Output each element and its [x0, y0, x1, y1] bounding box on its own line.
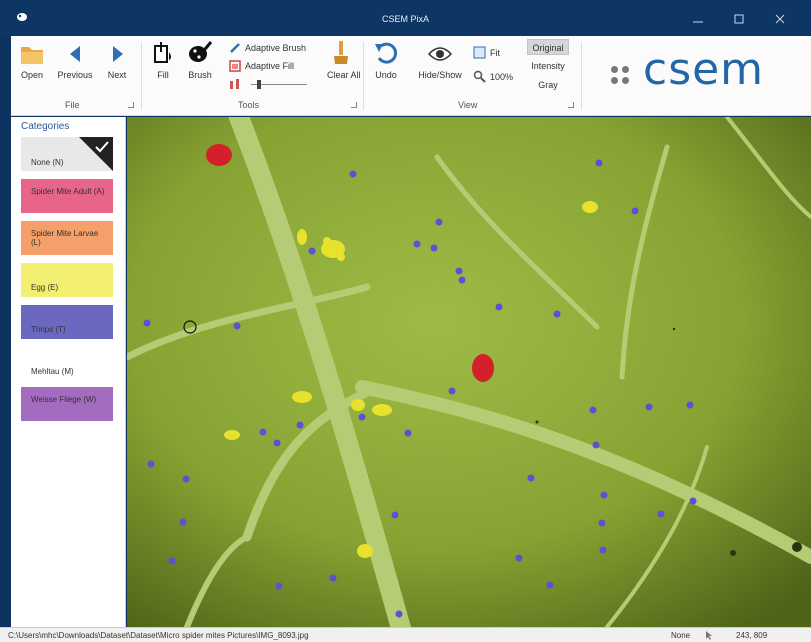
adaptive-fill-icon: [229, 60, 241, 72]
group-divider: [363, 42, 364, 110]
adaptive-brush-button[interactable]: Adaptive Brush: [229, 42, 306, 54]
maximize-button[interactable]: [725, 8, 753, 30]
previous-label: Previous: [57, 70, 93, 80]
zoom-100-button[interactable]: 100%: [473, 70, 513, 83]
close-button[interactable]: [766, 8, 794, 30]
category-thrips[interactable]: Thrips (T): [21, 305, 113, 339]
logo-wordmark: csem: [643, 44, 765, 95]
next-button[interactable]: Next: [102, 42, 132, 80]
minimize-button[interactable]: [684, 8, 712, 30]
clear-all-label: Clear All: [327, 70, 361, 80]
brush-label: Brush: [188, 70, 212, 80]
ribbon-toolbar: Open Previous Next File Fill Brush Adapt…: [11, 36, 811, 116]
csem-logo: csem: [611, 46, 801, 94]
leaf-image[interactable]: [127, 117, 811, 627]
next-label: Next: [107, 70, 127, 80]
cursor-coordinates: 243, 809: [736, 631, 768, 640]
categories-panel: Categories None (N) Spider Mite Adult (A…: [11, 117, 126, 627]
checkmark-icon: [95, 141, 109, 153]
hide-show-label: Hide/Show: [418, 70, 462, 80]
adaptive-brush-label: Adaptive Brush: [245, 43, 307, 53]
category-label: Spider Mite Larvae (L): [31, 229, 99, 247]
fit-label: Fit: [490, 47, 500, 58]
view-group-label: View: [458, 100, 478, 110]
category-label: Thrips (T): [31, 325, 66, 334]
previous-button[interactable]: Previous: [55, 42, 95, 80]
group-divider: [581, 42, 582, 110]
maximize-icon: [734, 14, 744, 24]
fit-button[interactable]: Fit: [473, 46, 500, 59]
logo-dots: [611, 66, 633, 88]
category-weisse-fliege[interactable]: Weisse Fliege (W): [21, 387, 113, 421]
file-group-launcher-icon[interactable]: [128, 102, 134, 108]
category-label: Egg (E): [31, 283, 59, 292]
fit-icon: [473, 46, 486, 59]
image-canvas[interactable]: [127, 117, 811, 627]
file-path: C:\Users\mhc\Downloads\Dataset\Dataset\M…: [8, 631, 309, 640]
adaptive-fill-label: Adaptive Fill: [245, 61, 295, 71]
status-bar: C:\Users\mhc\Downloads\Dataset\Dataset\M…: [0, 627, 811, 642]
view-option-original[interactable]: Original: [527, 39, 569, 55]
close-icon: [775, 14, 785, 24]
brush-palette-icon: [189, 41, 213, 62]
category-label: None (N): [31, 158, 64, 167]
category-spider-mite-larvae[interactable]: Spider Mite Larvae (L): [21, 221, 113, 255]
category-egg[interactable]: Egg (E): [21, 263, 113, 297]
fill-button[interactable]: Fill: [149, 40, 177, 80]
arrow-right-icon: [113, 46, 123, 62]
folder-icon: [21, 47, 43, 64]
group-divider: [141, 42, 142, 110]
view-option-gray[interactable]: Gray: [527, 77, 569, 93]
category-none[interactable]: None (N): [21, 137, 113, 171]
tools-group-label: Tools: [238, 100, 260, 110]
category-spider-mite-adult[interactable]: Spider Mite Adult (A): [21, 179, 113, 213]
arrow-left-icon: [70, 46, 80, 62]
fill-label: Fill: [157, 70, 169, 80]
broom-icon: [334, 41, 348, 64]
category-mehltau[interactable]: Mehltau (M): [21, 347, 113, 381]
tools-group-launcher-icon[interactable]: [351, 102, 357, 108]
categories-heading: Categories: [21, 121, 70, 132]
brush-size-icon: [230, 79, 239, 89]
eye-icon: [427, 47, 453, 61]
clear-all-button[interactable]: Clear All: [327, 40, 361, 80]
magnifier-icon: [473, 70, 486, 83]
zoom-label: 100%: [490, 71, 514, 82]
adaptive-fill-button[interactable]: Adaptive Fill: [229, 60, 294, 72]
undo-icon: [375, 42, 397, 64]
hide-show-button[interactable]: Hide/Show: [415, 40, 465, 80]
current-category: None: [671, 631, 691, 640]
view-group-launcher-icon[interactable]: [568, 102, 574, 108]
view-option-intensity[interactable]: Intensity: [527, 58, 569, 74]
brush-button[interactable]: Brush: [185, 40, 215, 80]
file-group-label: File: [65, 100, 80, 110]
category-label: Weisse Fliege (W): [31, 395, 97, 404]
minimize-icon: [693, 21, 703, 23]
category-label: Mehltau (M): [31, 367, 74, 376]
undo-label: Undo: [375, 70, 397, 80]
open-label: Open: [20, 70, 44, 80]
cursor-position-icon: [706, 631, 712, 640]
open-button[interactable]: Open: [17, 42, 47, 80]
brush-size-slider[interactable]: [251, 80, 307, 89]
undo-button[interactable]: Undo: [369, 40, 403, 80]
adaptive-brush-icon: [230, 43, 240, 53]
category-label: Spider Mite Adult (A): [31, 187, 105, 196]
title-bar: CSEM PixA: [0, 0, 811, 36]
fill-bucket-icon: [154, 42, 171, 63]
